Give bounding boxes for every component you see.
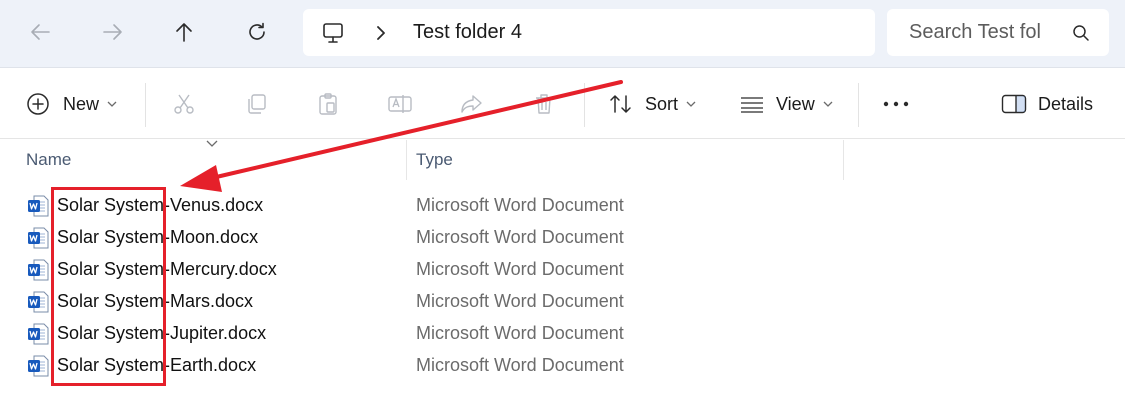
chevron-down-icon — [686, 101, 696, 107]
copy-button[interactable] — [244, 69, 268, 139]
this-pc-icon — [323, 23, 343, 43]
word-document-icon — [28, 227, 49, 249]
file-type: Microsoft Word Document — [416, 195, 624, 215]
paste-button[interactable] — [316, 69, 340, 139]
file-type: Microsoft Word Document — [416, 259, 624, 279]
address-path-box[interactable]: Test folder 4 — [303, 9, 875, 56]
sort-button[interactable]: Sort — [608, 69, 696, 139]
back-button[interactable] — [20, 12, 60, 52]
toolbar-divider — [584, 83, 585, 127]
see-more-button[interactable] — [882, 69, 910, 139]
search-placeholder: Search Test fol — [909, 21, 1041, 43]
share-button[interactable] — [459, 69, 485, 139]
up-button[interactable] — [164, 12, 204, 52]
paste-icon — [319, 93, 337, 115]
details-pane-icon — [1001, 94, 1027, 114]
file-row[interactable]: Solar System-Jupiter.docx Microsoft Word … — [0, 318, 1125, 350]
chevron-down-icon — [823, 101, 833, 107]
sort-label: Sort — [645, 93, 679, 114]
address-bar-region: Test folder 4 Search Test fol — [0, 0, 1125, 68]
delete-icon — [536, 94, 552, 114]
annotation-highlight-box — [51, 187, 166, 386]
details-label: Details — [1038, 93, 1094, 114]
cut-icon — [174, 94, 194, 114]
file-row[interactable]: Solar System-Earth.docx Microsoft Word Do… — [0, 350, 1125, 382]
search-icon — [1073, 25, 1089, 41]
command-bar: New Sort View Details — [0, 69, 1125, 139]
sort-indicator-icon — [206, 140, 218, 147]
sort-icon — [610, 95, 631, 113]
column-divider[interactable] — [843, 140, 844, 180]
file-row[interactable]: Solar System-Mars.docx Microsoft Word Doc… — [0, 286, 1125, 318]
word-document-icon — [28, 323, 49, 345]
details-pane-button[interactable]: Details — [1001, 69, 1093, 139]
new-label: New — [63, 93, 100, 114]
cut-button[interactable] — [172, 69, 196, 139]
word-document-icon — [28, 355, 49, 377]
refresh-icon — [249, 22, 265, 40]
back-arrow-icon — [31, 24, 50, 40]
new-plus-icon — [27, 93, 49, 115]
search-input[interactable]: Search Test fol — [887, 9, 1109, 56]
chevron-down-icon — [107, 101, 117, 107]
rename-icon — [388, 95, 412, 113]
file-type: Microsoft Word Document — [416, 355, 624, 375]
file-explorer-window: Test folder 4 Search Test fol New Sort V… — [0, 0, 1125, 395]
new-button[interactable]: New — [26, 69, 117, 139]
file-row[interactable]: Solar System-Venus.docx Microsoft Word Do… — [0, 190, 1125, 222]
column-header-type[interactable]: Type — [416, 150, 453, 170]
view-button[interactable]: View — [739, 69, 833, 139]
refresh-button[interactable] — [237, 12, 277, 52]
chevron-right-icon[interactable] — [374, 25, 388, 41]
toolbar-divider — [145, 83, 146, 127]
forward-arrow-icon — [103, 24, 122, 40]
more-icon — [883, 101, 909, 107]
share-icon — [461, 95, 482, 113]
file-type: Microsoft Word Document — [416, 323, 624, 343]
up-arrow-icon — [176, 23, 192, 42]
file-type: Microsoft Word Document — [416, 227, 624, 247]
view-icon — [741, 97, 763, 113]
column-divider[interactable] — [406, 140, 407, 180]
word-document-icon — [28, 195, 49, 217]
file-type: Microsoft Word Document — [416, 291, 624, 311]
forward-button[interactable] — [93, 12, 133, 52]
copy-icon — [248, 94, 266, 114]
file-row[interactable]: Solar System-Moon.docx Microsoft Word Doc… — [0, 222, 1125, 254]
rename-button[interactable] — [387, 69, 413, 139]
word-document-icon — [28, 291, 49, 313]
toolbar-divider — [858, 83, 859, 127]
delete-button[interactable] — [532, 69, 556, 139]
column-header-name[interactable]: Name — [26, 150, 71, 170]
file-row[interactable]: Solar System-Mercury.docx Microsoft Word … — [0, 254, 1125, 286]
view-label: View — [776, 93, 815, 114]
breadcrumb-folder[interactable]: Test folder 4 — [413, 21, 522, 44]
word-document-icon — [28, 259, 49, 281]
